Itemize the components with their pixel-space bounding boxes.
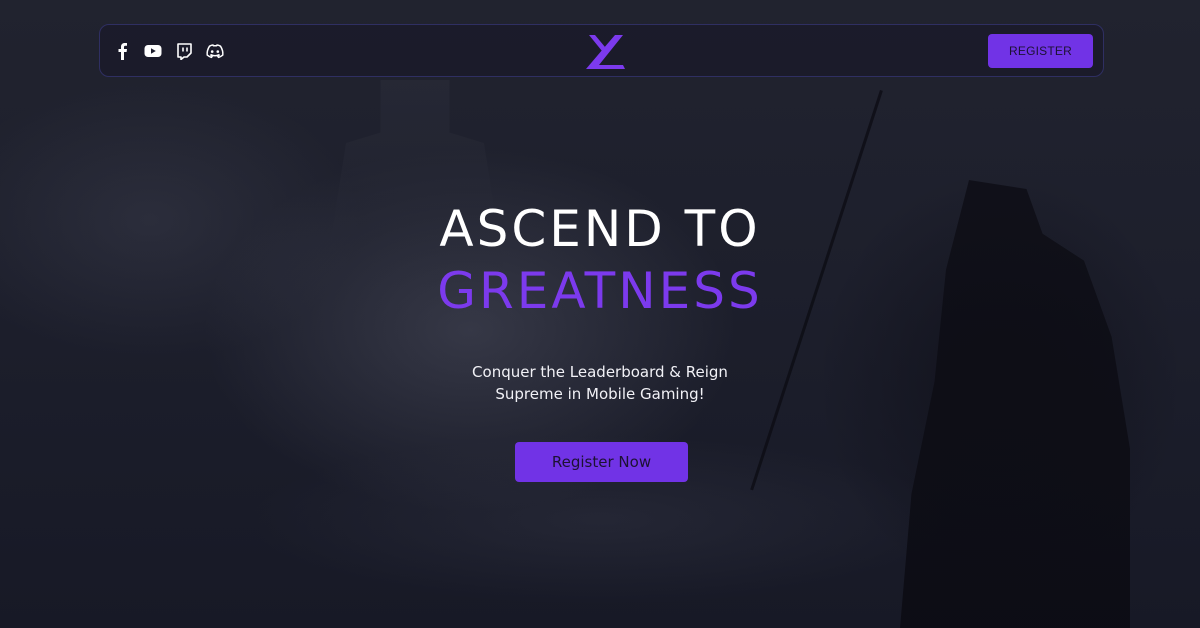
hero-subtitle-line-1: Conquer the Leaderboard & Reign xyxy=(472,363,728,381)
facebook-icon xyxy=(118,43,127,60)
nav-register-button[interactable]: REGISTER xyxy=(988,34,1093,68)
register-now-button[interactable]: Register Now xyxy=(515,442,688,482)
hero-subtitle: Conquer the Leaderboard & Reign Supreme … xyxy=(0,361,1200,405)
discord-link[interactable] xyxy=(205,41,225,61)
x-logo-icon xyxy=(586,35,625,69)
hero-title-line-1: ASCEND TO xyxy=(439,200,761,258)
social-links xyxy=(112,39,225,63)
hero-subtitle-line-2: Supreme in Mobile Gaming! xyxy=(495,385,705,403)
youtube-icon xyxy=(144,45,162,57)
hero-title-line-2: GREATNESS xyxy=(437,262,763,320)
twitch-icon xyxy=(177,42,192,60)
facebook-link[interactable] xyxy=(112,41,132,61)
youtube-link[interactable] xyxy=(143,41,163,61)
twitch-link[interactable] xyxy=(174,41,194,61)
brand-logo[interactable] xyxy=(586,33,626,69)
top-navbar: REGISTER xyxy=(99,24,1104,77)
discord-icon xyxy=(206,43,224,58)
